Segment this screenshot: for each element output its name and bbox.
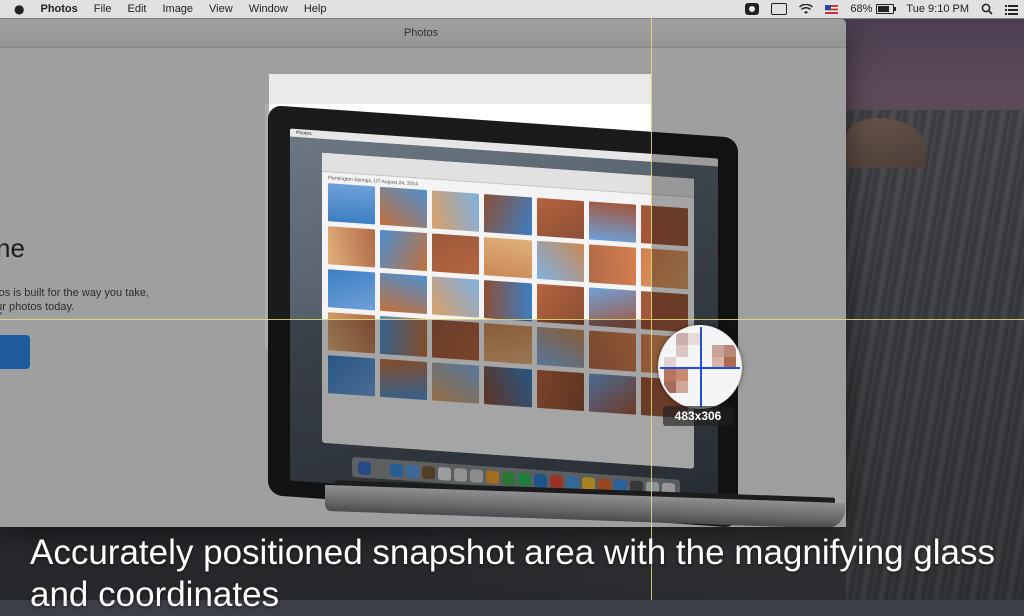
menu-image[interactable]: Image bbox=[154, 3, 201, 15]
display-icon[interactable] bbox=[771, 3, 788, 15]
dim-right bbox=[651, 18, 1024, 600]
menu-edit[interactable]: Edit bbox=[120, 3, 155, 15]
photo-thumbnail bbox=[328, 226, 376, 268]
photo-thumbnail bbox=[380, 229, 428, 272]
photo-thumbnail bbox=[380, 272, 428, 315]
photo-thumbnail bbox=[484, 237, 532, 279]
menu-bar: ● Photos File Edit Image View Window Hel… bbox=[0, 0, 1024, 19]
photo-thumbnail bbox=[588, 201, 636, 243]
menu-file[interactable]: File bbox=[86, 3, 120, 15]
apple-menu-icon[interactable]: ● bbox=[0, 2, 32, 16]
photo-thumbnail bbox=[328, 269, 376, 311]
camera-icon[interactable] bbox=[745, 3, 760, 15]
photo-thumbnail bbox=[380, 186, 428, 229]
photo-thumbnail bbox=[536, 197, 584, 240]
menu-window[interactable]: Window bbox=[241, 3, 296, 15]
menu-help[interactable]: Help bbox=[296, 3, 335, 15]
dim-top bbox=[269, 18, 651, 74]
photo-thumbnail bbox=[536, 240, 584, 283]
photo-thumbnail bbox=[328, 183, 376, 225]
flag-icon[interactable] bbox=[825, 4, 839, 14]
spotlight-search-icon[interactable] bbox=[981, 3, 993, 15]
menu-app-name[interactable]: Photos bbox=[32, 3, 85, 15]
clock[interactable]: Tue 9:10 PM bbox=[906, 3, 969, 15]
notification-center-icon[interactable] bbox=[1005, 4, 1018, 15]
wifi-icon[interactable] bbox=[799, 3, 814, 15]
photo-thumbnail bbox=[484, 280, 532, 322]
photo-thumbnail bbox=[588, 244, 636, 286]
battery-percent: 68% bbox=[850, 3, 873, 15]
battery-icon bbox=[876, 4, 897, 14]
crosshair-horizontal bbox=[0, 319, 1024, 320]
photo-thumbnail bbox=[484, 194, 532, 236]
promo-caption: Accurately positioned snapshot area with… bbox=[30, 533, 995, 614]
menu-view[interactable]: View bbox=[201, 3, 241, 15]
menu-extras: 68% Tue 9:10 PM bbox=[739, 0, 1024, 18]
battery-indicator[interactable]: 68% bbox=[850, 3, 897, 15]
photo-thumbnail bbox=[432, 190, 480, 232]
inner-app-name: Photos bbox=[296, 129, 312, 138]
magnifier-crosshair-horizontal bbox=[660, 367, 740, 369]
magnifying-glass bbox=[658, 325, 742, 409]
snapshot-size-label: 483x306 bbox=[663, 406, 733, 426]
photo-thumbnail bbox=[432, 233, 480, 275]
dim-left bbox=[0, 18, 269, 600]
crosshair-vertical bbox=[651, 18, 652, 600]
photo-thumbnail bbox=[432, 276, 480, 318]
